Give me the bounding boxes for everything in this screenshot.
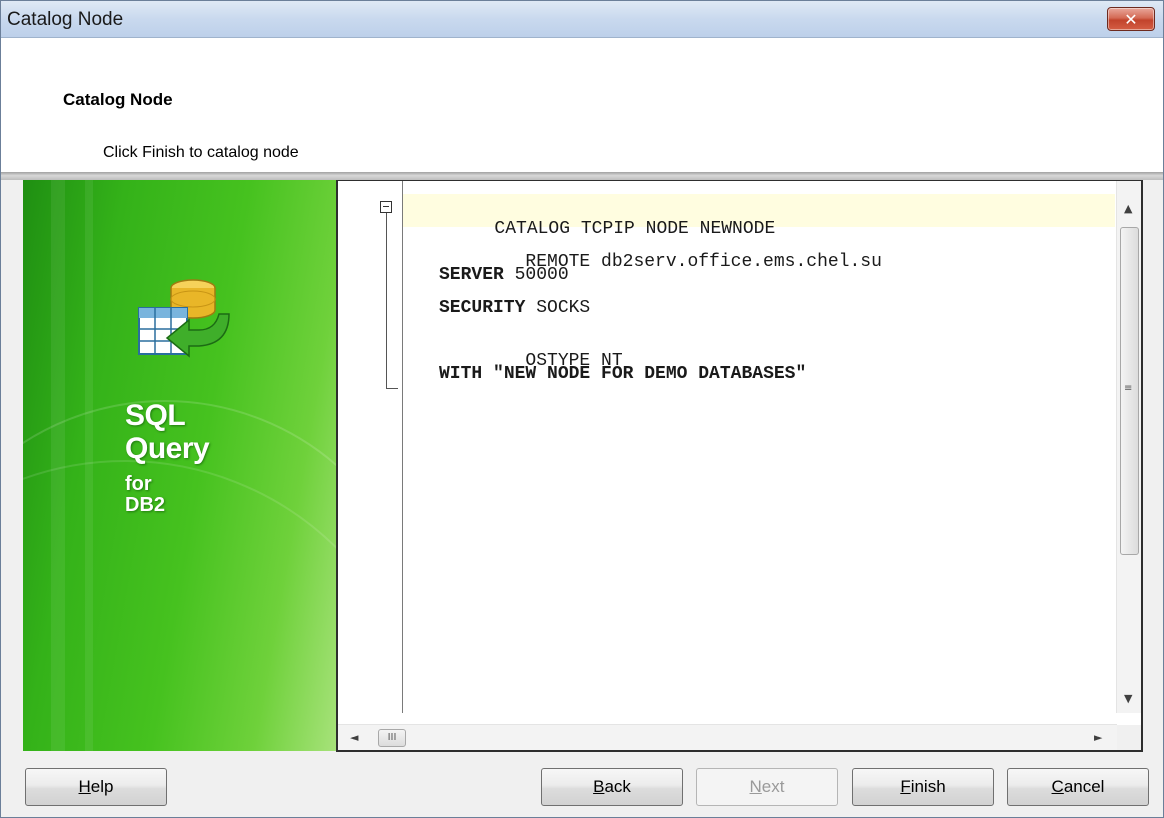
code-text: "NEW NODE FOR DEMO DATABASES": [482, 364, 807, 384]
code-keyword: SECURITY: [439, 298, 526, 318]
code-keyword: SERVER: [439, 265, 504, 285]
close-icon: ✕: [1124, 9, 1138, 29]
next-button: Next: [696, 768, 838, 806]
cancel-button-accel: C: [1051, 777, 1064, 796]
back-button[interactable]: Back: [541, 768, 683, 806]
banner-stripe: [51, 180, 65, 751]
code-line: WITH "NEW NODE FOR DEMO DATABASES": [439, 364, 806, 384]
banner-stripe: [85, 180, 93, 751]
code-keyword: WITH: [439, 364, 483, 384]
wizard-step-title: Catalog Node: [63, 90, 173, 109]
gutter-separator: [402, 181, 403, 713]
close-button[interactable]: ✕: [1107, 7, 1155, 31]
back-button-accel: B: [593, 777, 605, 796]
cancel-button[interactable]: Cancel: [1007, 768, 1149, 806]
scroll-right-icon[interactable]: ►: [1094, 732, 1102, 743]
finish-button[interactable]: Finish: [852, 768, 994, 806]
fold-collapse-icon[interactable]: [380, 201, 392, 213]
grip-icon: ≡: [1124, 383, 1133, 394]
product-banner: SQL Query for DB2: [23, 180, 336, 751]
database-table-arrow-icon: [138, 279, 230, 358]
code-line: SERVER 50000: [439, 265, 569, 285]
vertical-scroll-thumb[interactable]: ≡: [1120, 227, 1139, 555]
help-button[interactable]: Help: [25, 768, 167, 806]
vertical-scrollbar[interactable]: ▲ ≡ ▼: [1116, 181, 1141, 713]
sql-editor[interactable]: CATALOG TCPIP NODE NEWNODE REMOTE db2ser…: [336, 180, 1143, 752]
horizontal-scroll-thumb[interactable]: III: [378, 729, 406, 747]
back-button-label: ack: [604, 777, 631, 796]
scroll-up-icon[interactable]: ▲: [1124, 203, 1132, 214]
scroll-down-icon[interactable]: ▼: [1124, 693, 1132, 704]
finish-button-label: inish: [910, 777, 946, 796]
scrollbar-corner: [1117, 725, 1141, 750]
horizontal-scrollbar[interactable]: ◄ III ►: [338, 724, 1117, 750]
window-title: Catalog Node: [7, 9, 124, 30]
title-bar[interactable]: Catalog Node ✕: [1, 1, 1163, 38]
code-text: SOCKS: [525, 298, 591, 318]
scroll-left-icon[interactable]: ◄: [350, 732, 358, 743]
fold-range-line: [386, 213, 387, 388]
code-text: 50000: [503, 265, 569, 285]
cancel-button-label: ancel: [1063, 777, 1105, 796]
catalog-node-dialog: Catalog Node ✕ Catalog Node Click Finish…: [0, 0, 1164, 818]
help-button-accel: H: [78, 777, 91, 796]
banner-product-db2: DB2: [125, 494, 166, 516]
code-line: SECURITY SOCKS: [439, 298, 590, 318]
banner-product-sql: SQL: [125, 399, 186, 432]
next-button-label: ext: [761, 777, 785, 796]
fold-range-end: [386, 388, 398, 389]
header-separator: [1, 172, 1163, 180]
wizard-header: Catalog Node Click Finish to catalog nod…: [1, 38, 1163, 172]
help-button-label: elp: [90, 777, 114, 796]
next-button-accel: N: [749, 777, 762, 796]
banner-product-query: Query: [125, 432, 210, 465]
banner-product-for: for: [125, 473, 152, 495]
grip-icon: III: [387, 732, 397, 743]
wizard-step-description: Click Finish to catalog node: [103, 144, 299, 161]
finish-button-accel: F: [900, 777, 911, 796]
code-text: REMOTE db2serv.office.ems.chel.su: [525, 252, 882, 272]
